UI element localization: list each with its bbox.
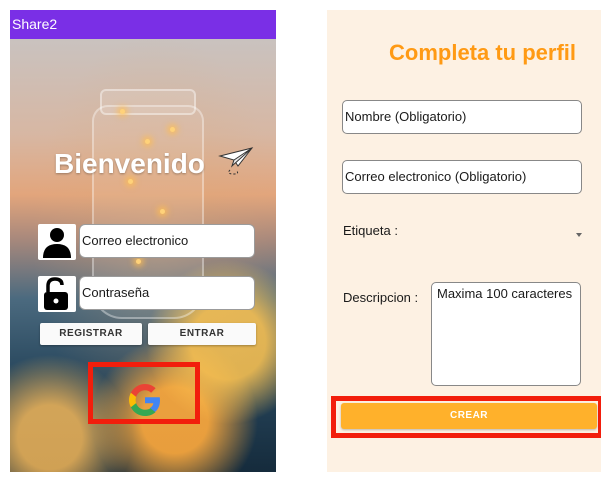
description-label: Descripcion : [343, 290, 419, 305]
fairy-light [145, 139, 150, 144]
user-icon-box [38, 224, 76, 260]
tag-dropdown-caret-icon[interactable] [576, 233, 582, 237]
app-title: Share2 [12, 16, 58, 32]
enter-button[interactable]: ENTRAR [148, 323, 256, 345]
page-title: Completa tu perfil [389, 40, 577, 65]
welcome-title: Bienvenido [54, 148, 205, 179]
login-screen: Share2 Bienvenido Correo electronico Con… [10, 10, 276, 472]
fairy-light [136, 259, 141, 264]
tag-label: Etiqueta : [343, 223, 398, 238]
google-g-icon[interactable] [127, 382, 163, 418]
lock-icon-box [38, 276, 76, 312]
name-placeholder: Nombre (Obligatorio) [345, 109, 467, 124]
email-placeholder: Correo electronico (Obligatorio) [345, 169, 527, 184]
email-input[interactable]: Correo electronico (Obligatorio) [342, 160, 582, 194]
paper-plane-icon [218, 147, 254, 175]
profile-screen: Completa tu perfil Nombre (Obligatorio) … [327, 10, 601, 472]
password-input[interactable]: Contraseña [79, 276, 255, 310]
app-bar: Share2 [10, 10, 276, 39]
fairy-light [120, 109, 125, 114]
unlocked-padlock-icon [44, 277, 68, 310]
create-button[interactable]: CREAR [341, 403, 597, 429]
fairy-light [170, 127, 175, 132]
email-placeholder: Correo electronico [82, 233, 189, 248]
password-placeholder: Contraseña [82, 285, 150, 300]
person-icon [43, 228, 71, 258]
description-input[interactable]: Maxima 100 caracteres [431, 282, 581, 386]
email-input[interactable]: Correo electronico [79, 224, 255, 258]
register-button[interactable]: REGISTRAR [40, 323, 142, 345]
description-placeholder: Maxima 100 caracteres [437, 286, 573, 301]
fairy-light [160, 209, 165, 214]
name-input[interactable]: Nombre (Obligatorio) [342, 100, 582, 134]
